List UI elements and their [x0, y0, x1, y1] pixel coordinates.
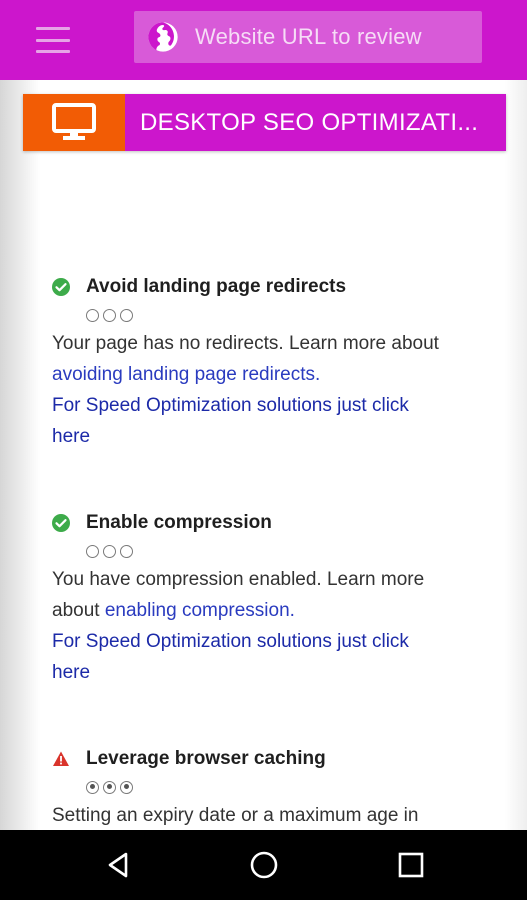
- item-description: You have compression enabled. Learn more…: [52, 564, 492, 626]
- item-description: Your page has no redirects. Learn more a…: [52, 328, 492, 390]
- solution-line: For Speed Optimization solutions just cl…: [52, 395, 409, 416]
- result-item-enable-compression: Enable compression You have compression …: [52, 508, 492, 688]
- desktop-seo-banner[interactable]: DESKTOP SEO OPTIMIZATI...: [23, 94, 506, 151]
- solution-here: here: [52, 662, 91, 683]
- check-circle-icon: [52, 514, 70, 532]
- learn-more-link[interactable]: enabling compression.: [105, 600, 295, 621]
- home-circle-icon[interactable]: [249, 850, 279, 880]
- solution-here: here: [52, 426, 91, 447]
- back-triangle-icon[interactable]: [104, 850, 134, 880]
- impact-dot: [103, 544, 116, 558]
- impact-dot: [120, 544, 133, 558]
- result-item-landing-redirects: Avoid landing page redirects Your page h…: [52, 272, 492, 452]
- hamburger-icon[interactable]: [36, 27, 70, 53]
- recents-square-icon[interactable]: [396, 850, 426, 880]
- right-edge-shadow: [505, 80, 527, 830]
- item-title: Enable compression: [86, 512, 272, 533]
- impact-dot: [86, 544, 99, 558]
- impact-dot-filled: [86, 780, 99, 794]
- item-title: Leverage browser caching: [86, 748, 326, 769]
- globe-icon: [148, 22, 178, 52]
- impact-dot: [120, 308, 133, 322]
- warning-triangle-icon: [53, 751, 69, 766]
- item-title: Avoid landing page redirects: [86, 276, 347, 297]
- description-text: You have compression enabled. Learn more: [52, 569, 425, 590]
- url-placeholder: Website URL to review: [195, 24, 422, 49]
- desktop-monitor-icon: [52, 102, 96, 140]
- impact-dot: [86, 308, 99, 322]
- impact-dot: [103, 308, 116, 322]
- speed-solution-link[interactable]: For Speed Optimization solutions just cl…: [52, 390, 492, 452]
- left-edge-shadow: [0, 80, 40, 830]
- item-description: Setting an expiry date or a maximum age …: [52, 800, 492, 831]
- banner-icon-box: [23, 94, 125, 151]
- url-input[interactable]: Website URL to review: [134, 11, 482, 63]
- impact-dot-filled: [103, 780, 116, 794]
- app-bar: Website URL to review: [0, 0, 527, 80]
- learn-more-link[interactable]: avoiding landing page redirects.: [52, 364, 320, 385]
- description-text: Setting an expiry date or a maximum age …: [52, 805, 419, 826]
- speed-solution-link[interactable]: For Speed Optimization solutions just cl…: [52, 626, 492, 688]
- impact-dots: [86, 538, 492, 564]
- solution-line: For Speed Optimization solutions just cl…: [52, 631, 409, 652]
- impact-dot-filled: [120, 780, 133, 794]
- description-text: about: [52, 600, 100, 621]
- impact-dots: [86, 774, 492, 800]
- impact-dots: [86, 302, 492, 328]
- description-text: Your page has no redirects. Learn more a…: [52, 333, 439, 354]
- system-nav-bar: [0, 830, 527, 900]
- check-circle-icon: [52, 278, 70, 296]
- result-item-browser-caching: Leverage browser caching Setting an expi…: [52, 744, 492, 831]
- banner-title: DESKTOP SEO OPTIMIZATI...: [125, 94, 506, 151]
